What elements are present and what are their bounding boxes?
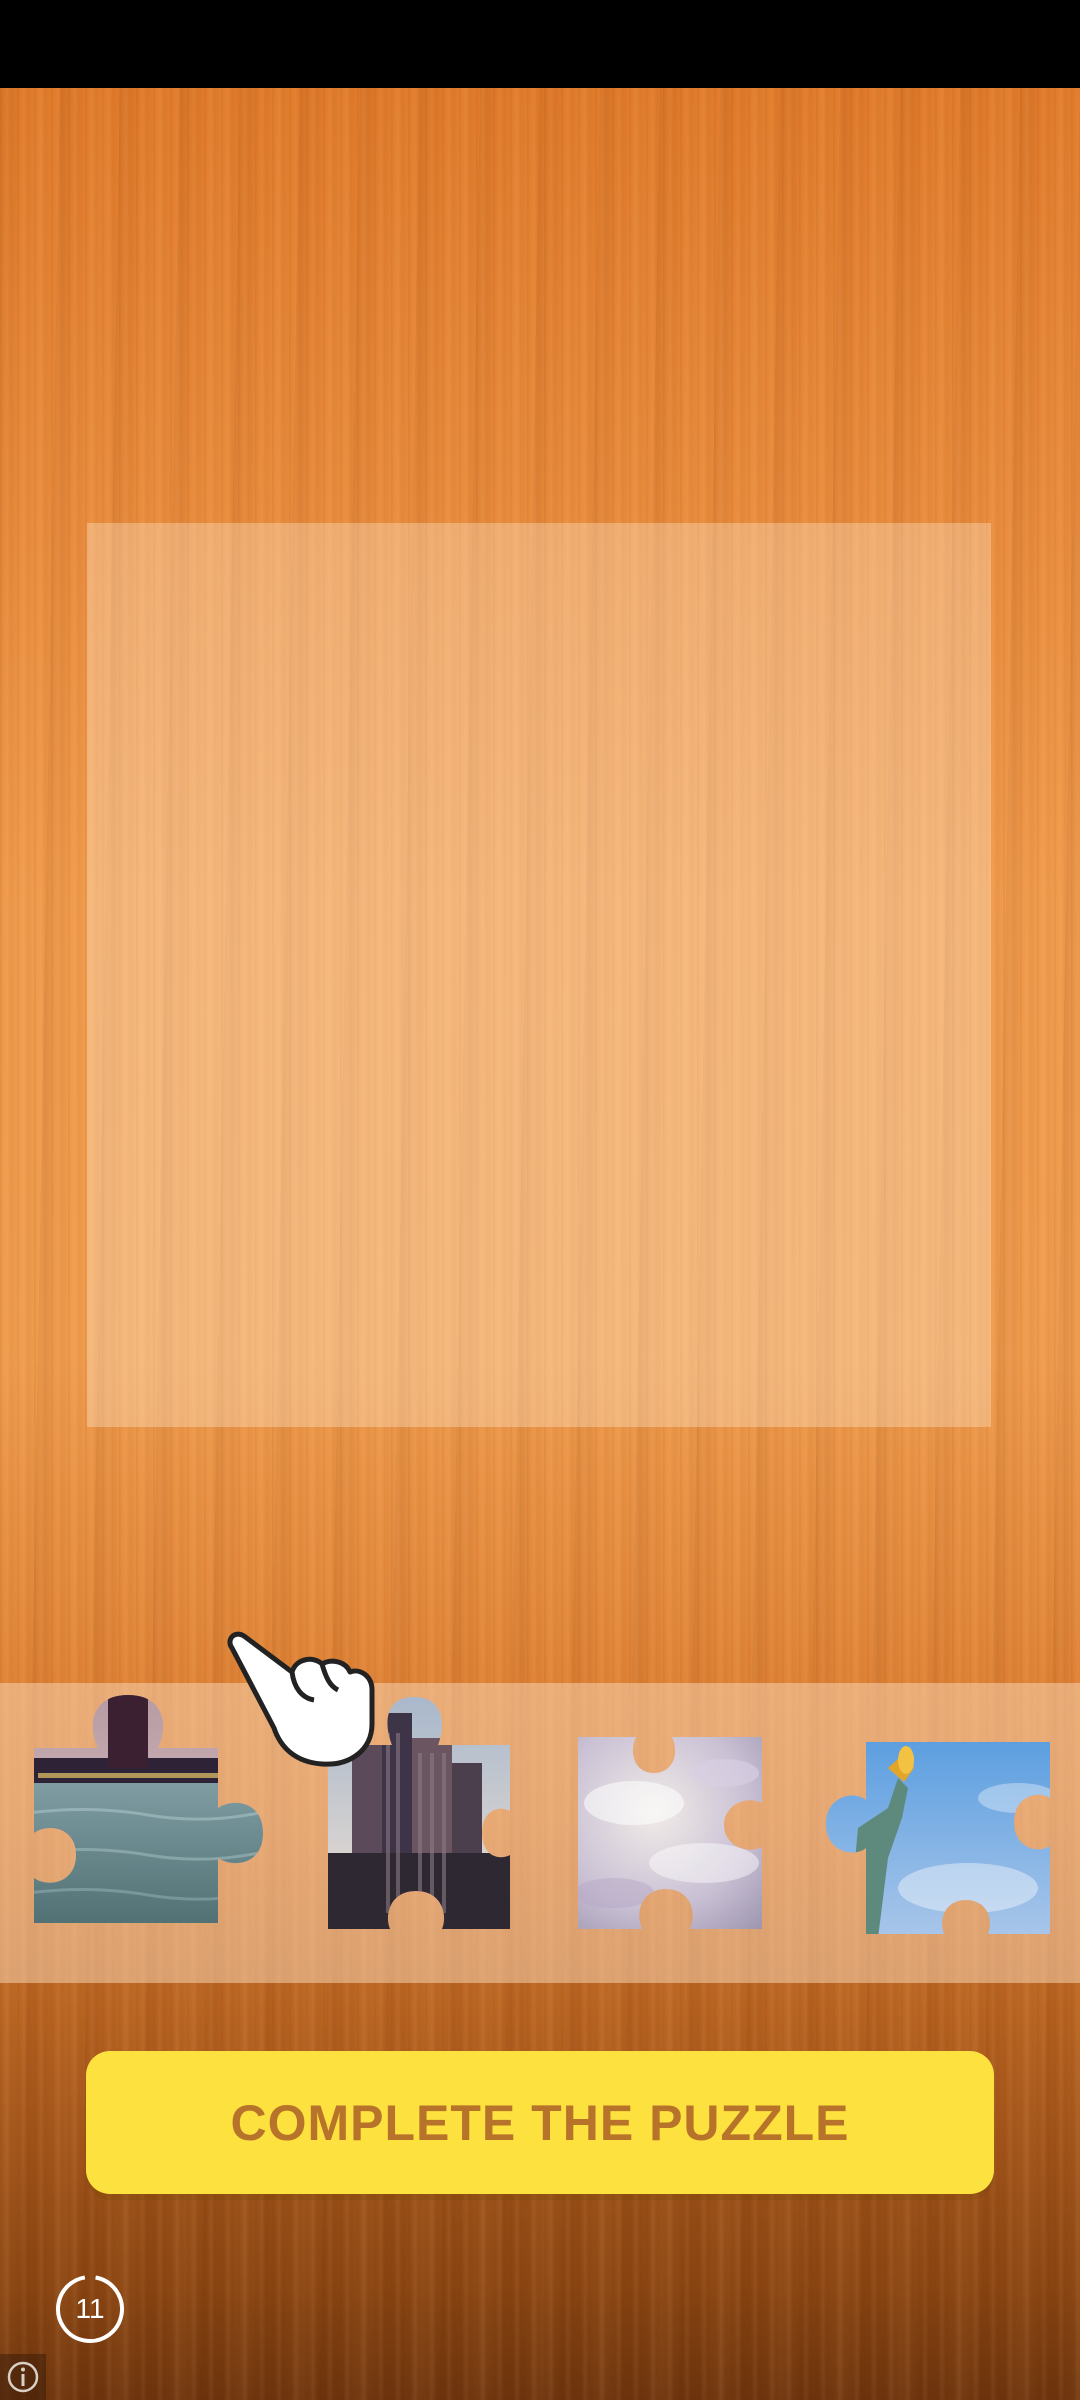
info-icon[interactable] [0,2354,46,2400]
timer-badge: 11 [54,2273,126,2345]
status-bar [0,0,1080,88]
complete-puzzle-label: COMPLETE THE PUZZLE [230,2094,850,2151]
pointing-hand-icon [222,1628,382,1768]
puzzle-piece-statue-of-liberty[interactable] [818,1738,1058,1938]
puzzle-drop-zone[interactable] [87,523,991,1427]
timer-value: 11 [75,2293,105,2324]
puzzle-piece-clouds[interactable] [574,1733,774,1933]
complete-puzzle-button[interactable]: COMPLETE THE PUZZLE [86,2051,994,2194]
